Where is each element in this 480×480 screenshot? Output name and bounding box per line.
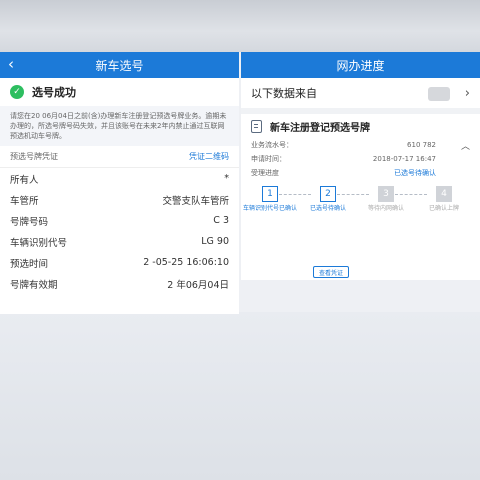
source-label: 以下数据来自 [251, 87, 317, 100]
chevron-right-icon[interactable]: › [465, 86, 470, 101]
chevron-left-icon[interactable]: ‹ [8, 55, 14, 73]
certificate-label: 预选号牌凭证 [10, 152, 58, 161]
row-value: LG 90 [201, 236, 229, 247]
progress-step: 2 已选号待确认 [301, 186, 355, 213]
progress-steps: 1 车辆识别代号已确认 2 已选号待确认 3 等待内网确认 4 已确认上牌 [241, 186, 480, 236]
detail-label: 申请时间： [251, 155, 286, 163]
info-row: 车管所 交警支队车管所 [0, 189, 239, 210]
source-logo-blurred [428, 87, 450, 101]
progress-step: 3 等待内网确认 [359, 186, 413, 213]
notice-text: 请您在20 06月04日之前(含)办理新车注册登记预选号牌业务。逾期未办理的，所… [0, 106, 239, 146]
info-row: 所有人 * [0, 168, 239, 189]
data-source-row[interactable]: 以下数据来自 › [241, 78, 480, 114]
row-label: 车管所 [10, 195, 39, 207]
detail-row: 受理进度 已选号待确认 [241, 166, 480, 180]
progress-step: 1 车辆识别代号已确认 [243, 186, 297, 213]
step-label: 已确认上牌 [428, 205, 459, 212]
info-row: 预选时间 2 -05-25 16:06:10 [0, 252, 239, 273]
nav-title: 新车选号 [95, 58, 144, 73]
detail-row: 申请时间： 2018-07-17 16:47 [241, 152, 480, 166]
row-label: 号牌号码 [10, 216, 49, 228]
nav-title: 网办进度 [336, 58, 385, 73]
row-label: 预选时间 [10, 258, 49, 270]
row-value: 2 -05-25 16:06:10 [143, 257, 229, 268]
step-label: 已选号待确认 [309, 205, 346, 212]
detail-value: 610 782 [407, 141, 436, 149]
detail-value: 已选号待确认 [394, 169, 436, 177]
certificate-header: 预选号牌凭证 凭证二维码 [0, 146, 239, 168]
detail-row: 业务流水号： 610 782 ︿ [241, 138, 480, 152]
step-label: 等待内网确认 [367, 205, 404, 212]
chevron-up-icon[interactable]: ︿ [461, 139, 470, 152]
row-value: C 3 [213, 215, 229, 226]
step-number: 3 [378, 186, 394, 202]
step-label: 车辆识别代号已确认 [243, 205, 298, 212]
info-row: 号牌有效期 2 年06月04日 [0, 273, 239, 294]
item-title-text: 新车注册登记预选号牌 [270, 122, 370, 134]
detail-label: 受理进度 [251, 169, 279, 177]
detail-label: 业务流水号： [251, 141, 293, 149]
progress-step: 4 已确认上牌 [417, 186, 471, 213]
view-certificate-button[interactable]: 查看凭证 [313, 266, 349, 278]
checkmark-icon: ✓ [10, 85, 24, 99]
row-label: 号牌有效期 [10, 279, 58, 291]
document-icon [251, 119, 262, 133]
online-progress-screen: 网办进度 以下数据来自 › 新车注册登记预选号牌 业务流水号： 610 782 … [241, 52, 480, 280]
info-row: 号牌号码 C 3 [0, 210, 239, 231]
row-value: 交警支队车管所 [162, 195, 229, 207]
step-number: 2 [320, 186, 336, 202]
new-car-plate-selection-screen: ‹ 新车选号 ✓ 选号成功 请您在20 06月04日之前(含)办理新车注册登记预… [0, 52, 239, 314]
nav-bar: ‹ 新车选号 [0, 52, 239, 78]
row-value: 2 年06月04日 [167, 279, 229, 291]
business-item-title: 新车注册登记预选号牌 [241, 114, 480, 138]
row-label: 车辆识别代号 [10, 237, 68, 249]
blurred-status-area [0, 0, 480, 52]
info-row: 车辆识别代号 LG 90 [0, 231, 239, 252]
nav-bar: 网办进度 [241, 52, 480, 78]
success-text: 选号成功 [32, 86, 76, 99]
qr-code-link[interactable]: 凭证二维码 [189, 151, 229, 162]
step-number: 4 [436, 186, 452, 202]
step-number: 1 [262, 186, 278, 202]
blurred-bottom-area [0, 312, 480, 480]
row-value: * [224, 173, 229, 184]
detail-value: 2018-07-17 16:47 [372, 155, 436, 163]
row-label: 所有人 [10, 174, 39, 186]
success-banner: ✓ 选号成功 [0, 78, 239, 106]
